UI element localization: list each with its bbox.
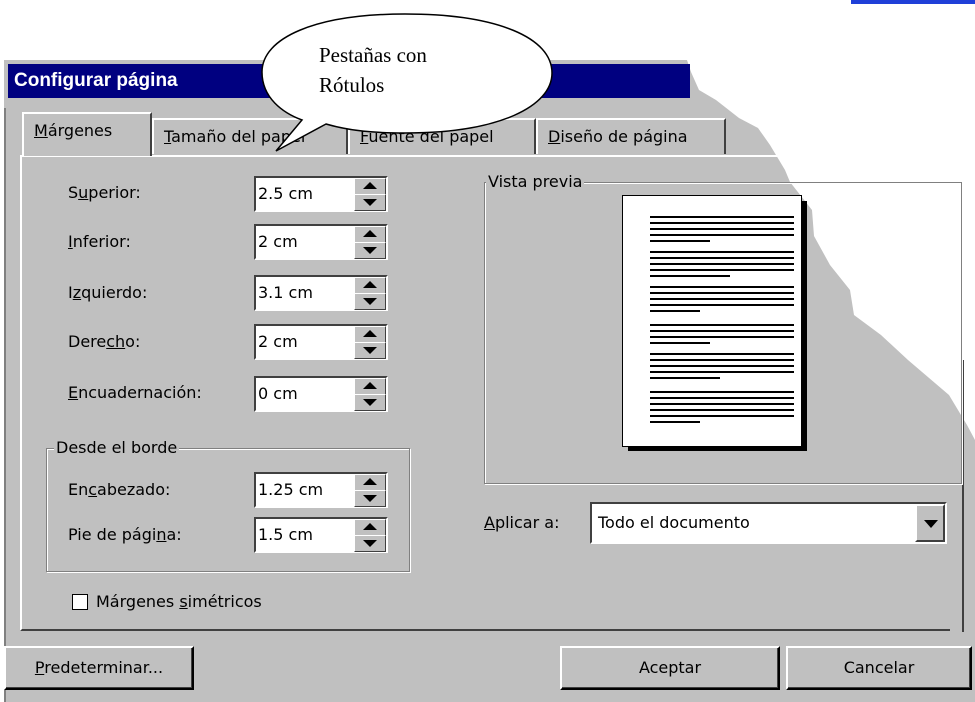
callout-line: Pestañas con <box>319 43 427 67</box>
aplicar-a-value: Todo el documento <box>598 513 750 532</box>
text-line <box>650 324 794 326</box>
link-underline[interactable] <box>851 0 975 4</box>
spin-up-icon[interactable] <box>354 326 386 343</box>
encabezado-stepper[interactable]: 1.25 cm <box>254 472 388 508</box>
text-line <box>650 292 794 294</box>
callout-text: Pestañas con Rótulos <box>319 40 427 100</box>
spin-down-icon[interactable] <box>354 490 386 507</box>
pie-pagina-stepper[interactable]: 1.5 cm <box>254 517 388 553</box>
spin-down-icon[interactable] <box>354 194 386 211</box>
text-line <box>650 228 794 230</box>
inferior-input[interactable]: 2 cm <box>258 232 298 251</box>
superior-input[interactable]: 2.5 cm <box>258 184 313 203</box>
spin-down-icon[interactable] <box>354 342 386 359</box>
cancelar-button[interactable]: Cancelar <box>786 646 972 690</box>
encabezado-input[interactable]: 1.25 cm <box>258 480 323 499</box>
inferior-stepper[interactable]: 2 cm <box>254 224 388 260</box>
desde-borde-group <box>46 448 410 572</box>
panel-edge <box>962 360 964 632</box>
izquierdo-label: Izquierdo: <box>68 283 148 302</box>
derecho-input[interactable]: 2 cm <box>258 332 298 351</box>
text-line <box>650 257 794 259</box>
text-line <box>650 342 710 344</box>
tab-tamano-papel[interactable]: Tamaño del papel <box>152 118 348 154</box>
preview-page <box>622 195 802 447</box>
pie-pagina-input[interactable]: 1.5 cm <box>258 525 313 544</box>
text-line <box>650 353 794 355</box>
margenes-simetricos-checkbox[interactable] <box>72 594 88 610</box>
text-line <box>650 310 700 312</box>
tab-label: iseño de página <box>560 127 688 146</box>
margenes-simetricos-label[interactable]: Márgenes simétricos <box>96 592 262 611</box>
izquierdo-stepper[interactable]: 3.1 cm <box>254 275 388 311</box>
text-line <box>650 377 720 379</box>
encuadernacion-stepper[interactable]: 0 cm <box>254 376 388 412</box>
text-line <box>650 403 794 405</box>
text-line <box>650 409 794 411</box>
aceptar-button[interactable]: Aceptar <box>560 646 780 690</box>
spin-up-icon[interactable] <box>354 277 386 294</box>
desde-borde-title: Desde el borde <box>54 438 180 457</box>
tab-margenes[interactable]: Márgenes <box>22 112 152 156</box>
text-line <box>650 304 794 306</box>
text-line <box>650 240 710 242</box>
text-line <box>650 415 794 417</box>
text-line <box>650 421 700 423</box>
tab-label-key: D <box>548 127 561 146</box>
pie-pagina-label: Pie de página: <box>68 525 182 544</box>
vista-previa-title: Vista previa <box>486 172 585 191</box>
derecho-label: Derecho: <box>68 332 141 351</box>
tab-fuente-papel[interactable]: Fuente del papel <box>348 118 536 154</box>
spin-down-icon[interactable] <box>354 242 386 259</box>
derecho-stepper[interactable]: 2 cm <box>254 324 388 360</box>
tab-label: uente del papel <box>368 127 494 146</box>
superior-label: Superior: <box>68 183 141 202</box>
spin-down-icon[interactable] <box>354 535 386 552</box>
spin-down-icon[interactable] <box>354 394 386 411</box>
text-line <box>650 397 794 399</box>
text-line <box>650 391 794 393</box>
text-line <box>650 216 794 218</box>
encabezado-label: Encabezado: <box>68 480 171 499</box>
dialog-title: Configurar página <box>14 70 178 91</box>
aplicar-a-select[interactable]: Todo el documento <box>590 502 947 544</box>
text-line <box>650 298 794 300</box>
chevron-down-icon[interactable] <box>915 504 945 542</box>
aplicar-a-label: Aplicar a: <box>484 513 560 532</box>
tab-label: amaño del papel <box>171 127 306 146</box>
text-line <box>650 336 794 338</box>
text-line <box>650 263 794 265</box>
text-line <box>650 269 794 271</box>
tab-diseno-pagina[interactable]: Diseño de página <box>536 118 726 154</box>
text-line <box>650 234 794 236</box>
text-line <box>650 286 794 288</box>
spin-up-icon[interactable] <box>354 378 386 395</box>
predeterminar-button[interactable]: Predeterminar... <box>4 646 194 690</box>
spin-up-icon[interactable] <box>354 474 386 491</box>
encuadernacion-label: Encuadernación: <box>68 383 202 402</box>
spin-down-icon[interactable] <box>354 293 386 310</box>
text-line <box>650 371 794 373</box>
superior-stepper[interactable]: 2.5 cm <box>254 176 388 212</box>
inferior-label: Inferior: <box>68 232 131 251</box>
text-line <box>650 359 794 361</box>
spin-up-icon[interactable] <box>354 178 386 195</box>
tab-label: árgenes <box>47 121 113 140</box>
text-line <box>650 222 794 224</box>
text-line <box>650 251 794 253</box>
text-line <box>650 330 794 332</box>
callout-line: Rótulos <box>319 73 385 97</box>
text-line <box>650 365 794 367</box>
tab-label-key: M <box>34 121 48 140</box>
encuadernacion-input[interactable]: 0 cm <box>258 384 298 403</box>
dialog-edge <box>4 108 6 702</box>
izquierdo-input[interactable]: 3.1 cm <box>258 283 313 302</box>
spin-up-icon[interactable] <box>354 226 386 243</box>
text-line <box>650 275 730 277</box>
spin-up-icon[interactable] <box>354 519 386 536</box>
